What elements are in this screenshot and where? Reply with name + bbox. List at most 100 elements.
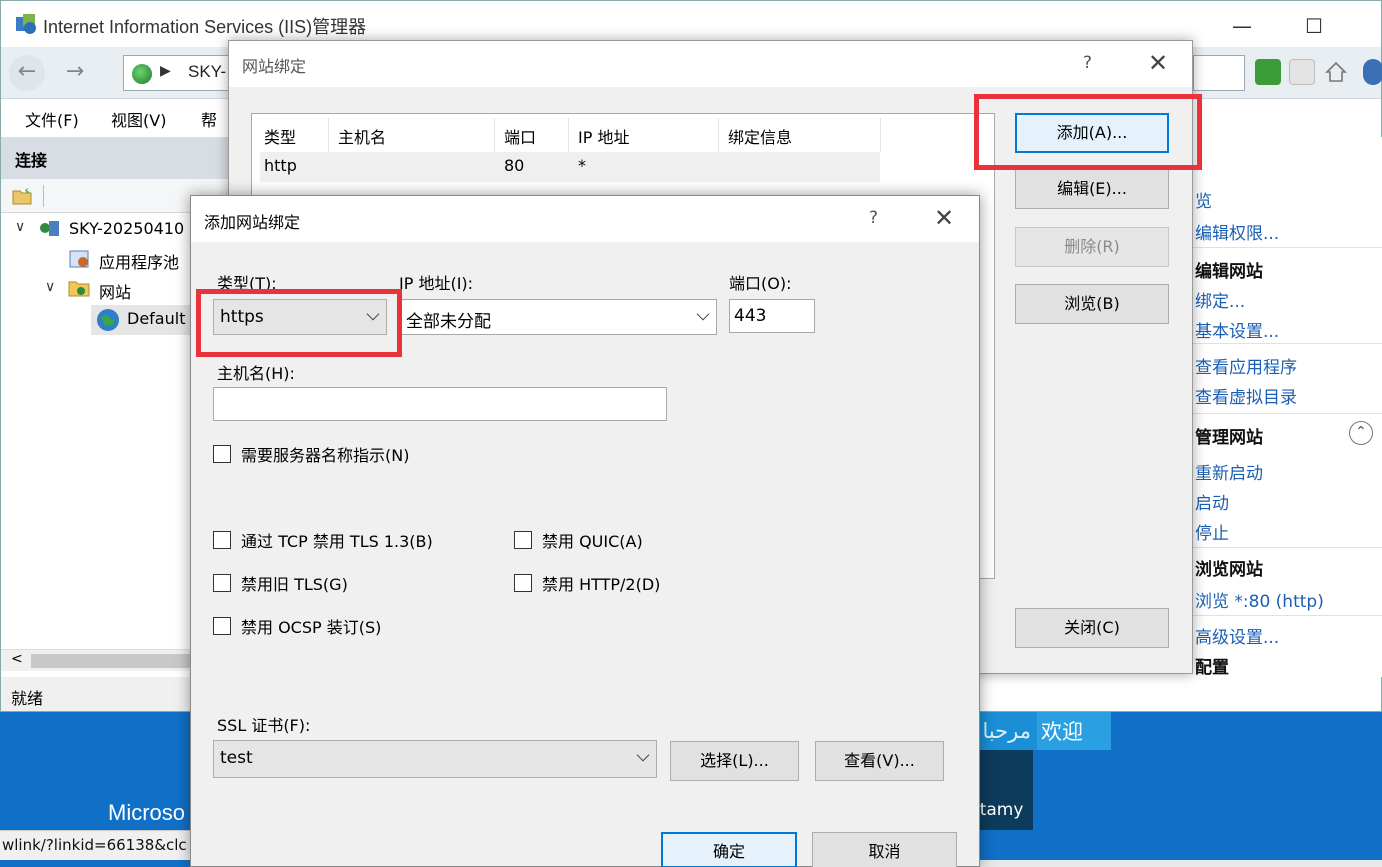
toolbar-separator: [43, 185, 44, 207]
edit-binding-button[interactable]: 编辑(E)...: [1015, 169, 1169, 209]
checkbox-box[interactable]: [213, 531, 231, 549]
cell-ip: *: [578, 156, 586, 175]
ip-address-select[interactable]: 全部未分配: [399, 299, 717, 335]
help-button[interactable]: ?: [869, 208, 878, 228]
col-port[interactable]: 端口: [504, 124, 536, 148]
port-input[interactable]: 443: [729, 299, 815, 333]
action-start[interactable]: 启动: [1195, 489, 1229, 514]
stop-icon[interactable]: [1289, 59, 1315, 85]
tree-sites[interactable]: 网站: [99, 279, 131, 303]
action-restart[interactable]: 重新启动: [1195, 459, 1263, 484]
maximize-button[interactable]: ☐: [1299, 11, 1329, 41]
disable-legacy-tls-checkbox[interactable]: 禁用旧 TLS(G): [213, 571, 348, 595]
expand-sites-icon[interactable]: ∨: [45, 279, 55, 295]
tree-default-site[interactable]: Default: [127, 309, 185, 328]
quic-label: 禁用 QUIC(A): [542, 532, 643, 551]
create-connection-icon[interactable]: [11, 185, 33, 207]
checkbox-box[interactable]: [213, 617, 231, 635]
menu-help[interactable]: 帮: [201, 107, 217, 131]
separator: [1193, 615, 1382, 616]
microsoft-text: Microso: [108, 800, 186, 825]
section-manage-site: 管理网站: [1195, 428, 1263, 448]
breadcrumb-arrow-icon: ▶: [160, 63, 171, 79]
checkbox-box[interactable]: [213, 445, 231, 463]
action-view-virtual-dirs[interactable]: 查看虚拟目录: [1195, 383, 1297, 408]
action-browse-80[interactable]: 浏览 *:80 (http): [1195, 587, 1324, 612]
background-tile: itamy: [975, 750, 1033, 830]
separator: [1193, 413, 1382, 414]
view-cert-button[interactable]: 查看(V)...: [815, 741, 944, 781]
disable-tls13-checkbox[interactable]: 通过 TCP 禁用 TLS 1.3(B): [213, 528, 433, 552]
action-browse[interactable]: 览: [1195, 187, 1212, 212]
sni-checkbox[interactable]: 需要服务器名称指示(N): [213, 442, 409, 466]
minimize-button[interactable]: —: [1227, 11, 1257, 41]
close-icon[interactable]: ✕: [1148, 49, 1168, 77]
separator: [1193, 547, 1382, 548]
menu-view[interactable]: 视图(V): [111, 107, 166, 131]
cancel-button[interactable]: 取消: [812, 832, 957, 867]
http2-label: 禁用 HTTP/2(D): [542, 575, 661, 594]
search-box[interactable]: [1193, 55, 1245, 91]
disable-quic-checkbox[interactable]: 禁用 QUIC(A): [514, 528, 643, 552]
back-button[interactable]: ←: [9, 55, 45, 91]
browse-binding-button[interactable]: 浏览(B): [1015, 284, 1169, 324]
action-bindings[interactable]: 绑定...: [1195, 287, 1245, 312]
tls13-label: 通过 TCP 禁用 TLS 1.3(B): [241, 532, 433, 551]
separator: [1193, 247, 1382, 248]
host-label: 主机名(H):: [217, 364, 295, 383]
bindings-title: 网站绑定: [242, 57, 307, 76]
cell-port: 80: [504, 156, 525, 175]
welcome-banner: مرحبا 欢迎: [975, 712, 1111, 750]
disable-ocsp-checkbox[interactable]: 禁用 OCSP 装订(S): [213, 614, 381, 638]
remove-binding-button[interactable]: 删除(R): [1015, 227, 1169, 267]
cell-type: http: [264, 156, 297, 175]
collapse-chevron-up-icon[interactable]: ⌃: [1349, 421, 1373, 445]
address-text: SKY-: [188, 62, 227, 81]
ip-value: 全部未分配: [406, 312, 491, 332]
help-button[interactable]: ?: [1083, 53, 1092, 73]
expand-server-icon[interactable]: ∨: [15, 219, 25, 235]
select-cert-button[interactable]: 选择(L)...: [670, 741, 799, 781]
col-ip[interactable]: IP 地址: [578, 124, 629, 148]
menu-file[interactable]: 文件(F): [25, 107, 79, 131]
action-basic-settings[interactable]: 基本设置...: [1195, 317, 1279, 342]
ssl-value: test: [220, 748, 253, 768]
legacy-tls-label: 禁用旧 TLS(G): [241, 575, 348, 594]
menu-bar: 文件(F) 视图(V) 帮: [1, 99, 241, 137]
home-icon[interactable]: [1323, 59, 1349, 85]
ssl-certificate-select[interactable]: test: [213, 740, 657, 778]
sni-label: 需要服务器名称指示(N): [241, 446, 410, 465]
checkbox-box[interactable]: [514, 531, 532, 549]
checkbox-box[interactable]: [213, 574, 231, 592]
disable-http2-checkbox[interactable]: 禁用 HTTP/2(D): [514, 571, 660, 595]
section-edit-site: 编辑网站: [1195, 262, 1263, 282]
col-host[interactable]: 主机名: [338, 124, 386, 148]
action-stop[interactable]: 停止: [1195, 519, 1229, 544]
ok-button[interactable]: 确定: [661, 832, 797, 867]
bindings-title-bar: 网站绑定 ? ✕: [229, 41, 1192, 87]
scroll-left-icon[interactable]: <: [11, 651, 23, 667]
tree-server[interactable]: SKY-20250410: [69, 219, 184, 238]
highlight-add-button: [974, 94, 1202, 170]
table-row[interactable]: http 80 *: [260, 152, 880, 182]
column-divider: [328, 118, 329, 152]
highlight-type-select: [196, 289, 402, 357]
welcome-arabic: مرحبا: [982, 719, 1031, 743]
close-button[interactable]: 关闭(C): [1015, 608, 1169, 648]
refresh-icon[interactable]: [1255, 59, 1281, 85]
scroll-thumb[interactable]: [31, 654, 211, 668]
hostname-input[interactable]: [213, 387, 667, 421]
action-edit-permissions[interactable]: 编辑权限...: [1195, 219, 1279, 244]
action-advanced-settings[interactable]: 高级设置...: [1195, 623, 1279, 648]
col-type[interactable]: 类型: [264, 124, 296, 148]
tile-text: itamy: [975, 800, 1024, 820]
iis-logo-icon: [16, 14, 36, 34]
forward-button[interactable]: →: [57, 55, 93, 91]
action-view-applications[interactable]: 查看应用程序: [1195, 353, 1297, 378]
help-icon[interactable]: [1363, 59, 1382, 85]
col-binding-info[interactable]: 绑定信息: [728, 124, 792, 148]
checkbox-box[interactable]: [514, 574, 532, 592]
close-icon[interactable]: ✕: [934, 204, 954, 232]
tree-app-pools[interactable]: 应用程序池: [99, 249, 179, 273]
column-divider: [568, 118, 569, 152]
